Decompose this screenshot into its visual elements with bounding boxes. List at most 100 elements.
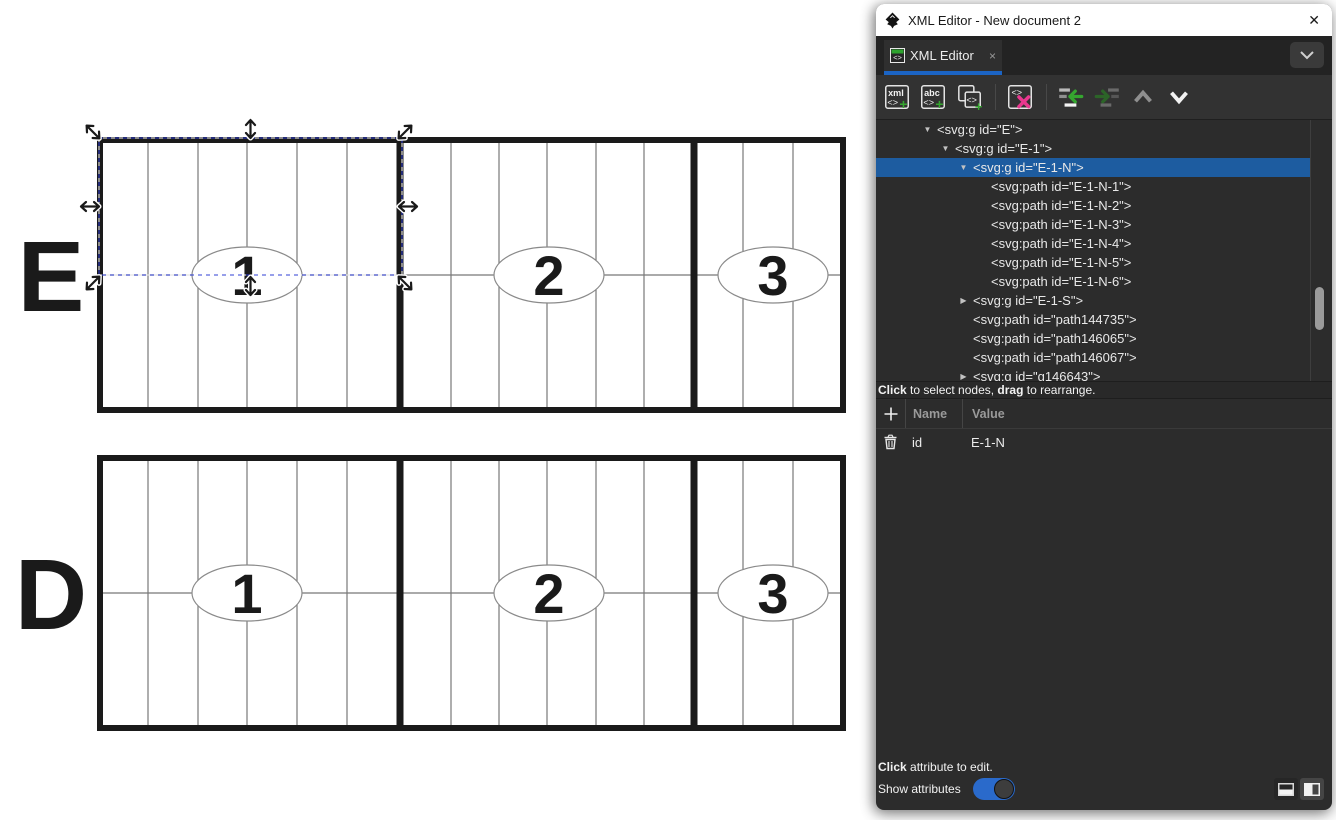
expander-icon[interactable]: ▼ (918, 120, 937, 139)
toggle-knob[interactable] (994, 779, 1014, 799)
section-number[interactable]: 3 (757, 562, 788, 625)
expander-icon[interactable]: ▶ (954, 291, 973, 310)
move-node-down-button[interactable] (1162, 81, 1195, 114)
hint-bold: Click (878, 383, 907, 397)
expander-icon[interactable]: ▶ (954, 367, 973, 381)
tab-close-icon[interactable]: × (989, 49, 996, 63)
handle-arrow-icon (246, 120, 255, 138)
tree-node[interactable]: <svg:path id="E-1-N-6"> (876, 272, 1310, 291)
tab-list-dropdown-button[interactable] (1290, 42, 1324, 68)
attr-value-header: Value (962, 399, 1332, 428)
show-attributes-toggle[interactable] (973, 778, 1015, 800)
selection-handle[interactable] (83, 122, 102, 141)
tree-node-label: <svg:g id="E-1-S"> (973, 293, 1083, 308)
tree-node-label: <svg:path id="E-1-N-6"> (991, 274, 1131, 289)
tree-node-label: <svg:path id="E-1-N-4"> (991, 236, 1131, 251)
dialog-title: XML Editor - New document 2 (908, 13, 1308, 28)
attribute-row[interactable]: id E-1-N (876, 429, 1332, 455)
tree-node[interactable]: <svg:path id="path144735"> (876, 310, 1310, 329)
tree-scrollbar[interactable] (1310, 120, 1326, 381)
xml-editor-dialog: XML Editor - New document 2 ✕ <> XML Edi… (876, 4, 1332, 810)
tree-node-label: <svg:path id="E-1-N-3"> (991, 217, 1131, 232)
new-element-node-button[interactable]: xml <> + (880, 81, 913, 114)
svg-text:<>: <> (887, 98, 898, 108)
dialog-footer: Show attributes (876, 776, 1332, 810)
tree-scrollbar-thumb[interactable] (1315, 287, 1324, 330)
tree-node[interactable]: <svg:path id="path146065"> (876, 329, 1310, 348)
drawing-group-D[interactable]: 1 2 3 D (15, 458, 843, 728)
section-number[interactable]: 1 (231, 562, 262, 625)
new-text-node-icon: abc <> + (918, 82, 948, 112)
selection-handle[interactable] (246, 120, 255, 138)
dialog-titlebar[interactable]: XML Editor - New document 2 ✕ (876, 4, 1332, 36)
xml-editor-tab-icon: <> (890, 48, 905, 63)
duplicate-node-icon: <> + (954, 82, 984, 112)
svg-text:<>: <> (923, 98, 934, 108)
hint-text: attribute to edit. (907, 760, 993, 774)
selection-handle[interactable] (399, 202, 417, 211)
inkscape-logo-icon (884, 12, 901, 29)
section-number[interactable]: 3 (757, 244, 788, 307)
tree-node[interactable]: ▶<svg:g id="E-1-S"> (876, 291, 1310, 310)
tree-node-label: <svg:g id="g146643"> (973, 369, 1100, 381)
row-letter-D[interactable]: D (15, 539, 85, 651)
delete-node-button[interactable]: <> (1003, 81, 1036, 114)
xml-node-tree[interactable]: ▼<svg:g id="E">▼<svg:g id="E-1">▼<svg:g … (876, 120, 1332, 381)
panel-layout-buttons (1274, 778, 1324, 800)
tree-node[interactable]: ▼<svg:g id="E-1"> (876, 139, 1310, 158)
hint-text: to rearrange. (1023, 383, 1095, 397)
attributes-header: Name Value (876, 399, 1332, 429)
expander-icon[interactable]: ▼ (936, 139, 955, 158)
section-number[interactable]: 2 (533, 244, 564, 307)
tree-node-label: <svg:g id="E-1"> (955, 141, 1052, 156)
toolbar-separator (1046, 84, 1047, 110)
handle-arrow-icon (81, 202, 99, 211)
tree-node-label: <svg:g id="E"> (937, 122, 1022, 137)
trash-icon (883, 434, 898, 450)
indent-node-button[interactable] (1090, 81, 1123, 114)
expander-icon[interactable]: ▼ (954, 158, 973, 177)
attribute-value[interactable]: E-1-N (962, 429, 1332, 455)
add-attribute-button[interactable] (876, 399, 905, 428)
tree-node[interactable]: ▼<svg:g id="E-1-N"> (876, 158, 1310, 177)
svg-text:<>: <> (893, 53, 902, 62)
show-attributes-label: Show attributes (878, 782, 961, 796)
tree-node[interactable]: <svg:path id="E-1-N-2"> (876, 196, 1310, 215)
tree-node[interactable]: ▶<svg:g id="g146643"> (876, 367, 1310, 381)
row-letter-E[interactable]: E (18, 221, 83, 333)
unindent-node-button[interactable] (1054, 81, 1087, 114)
inkscape-canvas[interactable]: 1 2 3 E 1 2 3 D (0, 0, 876, 820)
section-number[interactable]: 2 (533, 562, 564, 625)
selection-handle[interactable] (81, 202, 99, 211)
tree-node[interactable]: <svg:path id="E-1-N-5"> (876, 253, 1310, 272)
tree-node[interactable]: <svg:path id="path146067"> (876, 348, 1310, 367)
vertical-split-icon (1304, 783, 1320, 796)
move-node-up-button[interactable] (1126, 81, 1159, 114)
layout-vertical-button[interactable] (1300, 778, 1324, 800)
layout-horizontal-button[interactable] (1274, 778, 1298, 800)
tree-node[interactable]: <svg:path id="E-1-N-3"> (876, 215, 1310, 234)
hint-bold: drag (997, 383, 1023, 397)
attribute-hint: Click attribute to edit. (876, 756, 1332, 776)
delete-node-icon: <> (1005, 82, 1035, 112)
chevron-down-icon (1164, 82, 1194, 112)
attribute-name[interactable]: id (905, 429, 962, 455)
new-text-node-button[interactable]: abc <> + (916, 81, 949, 114)
chevron-down-icon (1299, 50, 1315, 60)
tree-node[interactable]: ▼<svg:g id="E"> (876, 120, 1310, 139)
drawing-svg[interactable]: 1 2 3 E 1 2 3 D (0, 0, 876, 820)
svg-text:+: + (935, 96, 943, 112)
dialog-tabbar: <> XML Editor × (876, 36, 1332, 75)
svg-text:+: + (974, 99, 982, 112)
indent-node-icon (1092, 82, 1122, 112)
dialog-close-icon[interactable]: ✕ (1308, 12, 1320, 29)
xml-toolbar: xml <> + abc <> + <> + (876, 75, 1332, 120)
duplicate-node-button[interactable]: <> + (952, 81, 985, 114)
tab-label: XML Editor (910, 48, 984, 63)
toolbar-separator (995, 84, 996, 110)
tab-xml-editor[interactable]: <> XML Editor × (884, 40, 1002, 75)
unindent-node-icon (1056, 82, 1086, 112)
tree-node[interactable]: <svg:path id="E-1-N-1"> (876, 177, 1310, 196)
tree-node[interactable]: <svg:path id="E-1-N-4"> (876, 234, 1310, 253)
delete-attribute-button[interactable] (876, 429, 905, 455)
